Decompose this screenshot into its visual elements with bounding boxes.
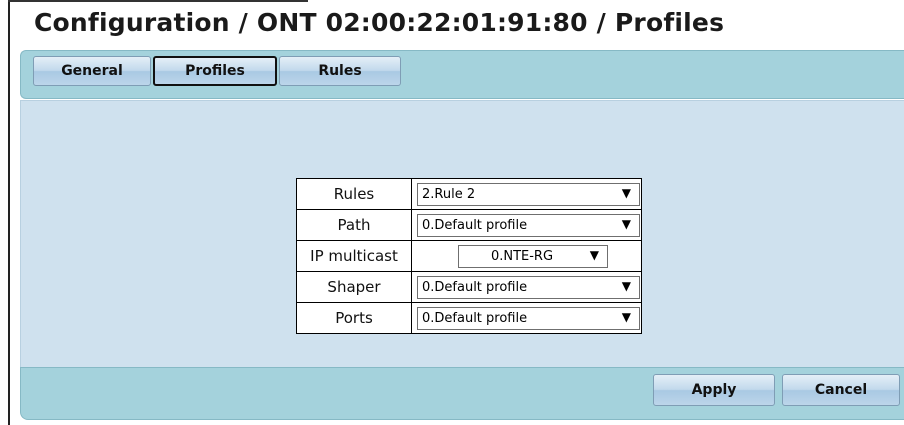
ip-multicast-select[interactable]: 0.NTE-RG ▼ xyxy=(458,245,608,268)
tab-profiles[interactable]: Profiles xyxy=(153,56,277,86)
rules-select[interactable]: 2.Rule 2 ▼ xyxy=(417,183,640,206)
chevron-down-icon: ▼ xyxy=(621,186,631,200)
shaper-select[interactable]: 0.Default profile ▼ xyxy=(417,276,640,299)
tab-rules[interactable]: Rules xyxy=(279,56,401,86)
path-label: Path xyxy=(296,209,412,241)
path-select-value: 0.Default profile xyxy=(422,218,528,233)
ip-multicast-select-value: 0.NTE-RG xyxy=(490,249,554,264)
form-row-path: Path 0.Default profile ▼ xyxy=(296,209,642,241)
profiles-form-table: Rules 2.Rule 2 ▼ Path 0.Default profile … xyxy=(296,178,642,334)
tab-bar: General Profiles Rules xyxy=(20,50,904,99)
tab-general-label: General xyxy=(61,63,123,79)
chevron-down-icon: ▼ xyxy=(621,279,631,293)
path-cell: 0.Default profile ▼ xyxy=(411,209,642,241)
ip-multicast-label: IP multicast xyxy=(296,240,412,272)
ports-cell: 0.Default profile ▼ xyxy=(411,302,642,334)
rules-label: Rules xyxy=(296,178,412,210)
form-row-rules: Rules 2.Rule 2 ▼ xyxy=(296,178,642,210)
rules-cell: 2.Rule 2 ▼ xyxy=(411,178,642,210)
chevron-down-icon: ▼ xyxy=(589,248,599,262)
shaper-select-value: 0.Default profile xyxy=(422,280,528,295)
chevron-down-icon: ▼ xyxy=(621,310,631,324)
tab-general[interactable]: General xyxy=(33,56,151,86)
frame-border-top xyxy=(8,0,308,2)
path-select[interactable]: 0.Default profile ▼ xyxy=(417,214,640,237)
apply-button-label: Apply xyxy=(691,382,737,398)
ports-select[interactable]: 0.Default profile ▼ xyxy=(417,307,640,330)
ip-multicast-cell: 0.NTE-RG ▼ xyxy=(411,240,642,272)
page-title: Configuration / ONT 02:00:22:01:91:80 / … xyxy=(34,8,725,37)
tab-profiles-label: Profiles xyxy=(185,63,245,79)
form-row-shaper: Shaper 0.Default profile ▼ xyxy=(296,271,642,303)
cancel-button[interactable]: Cancel xyxy=(782,374,900,406)
frame-border-left xyxy=(8,0,10,425)
ports-select-value: 0.Default profile xyxy=(422,311,528,326)
shaper-cell: 0.Default profile ▼ xyxy=(411,271,642,303)
cancel-button-label: Cancel xyxy=(814,382,868,398)
rules-select-value: 2.Rule 2 xyxy=(422,187,476,202)
form-row-ip-multicast: IP multicast 0.NTE-RG ▼ xyxy=(296,240,642,272)
chevron-down-icon: ▼ xyxy=(621,217,631,231)
apply-button[interactable]: Apply xyxy=(653,374,775,406)
form-row-ports: Ports 0.Default profile ▼ xyxy=(296,302,642,334)
shaper-label: Shaper xyxy=(296,271,412,303)
tab-rules-label: Rules xyxy=(318,63,362,79)
ports-label: Ports xyxy=(296,302,412,334)
